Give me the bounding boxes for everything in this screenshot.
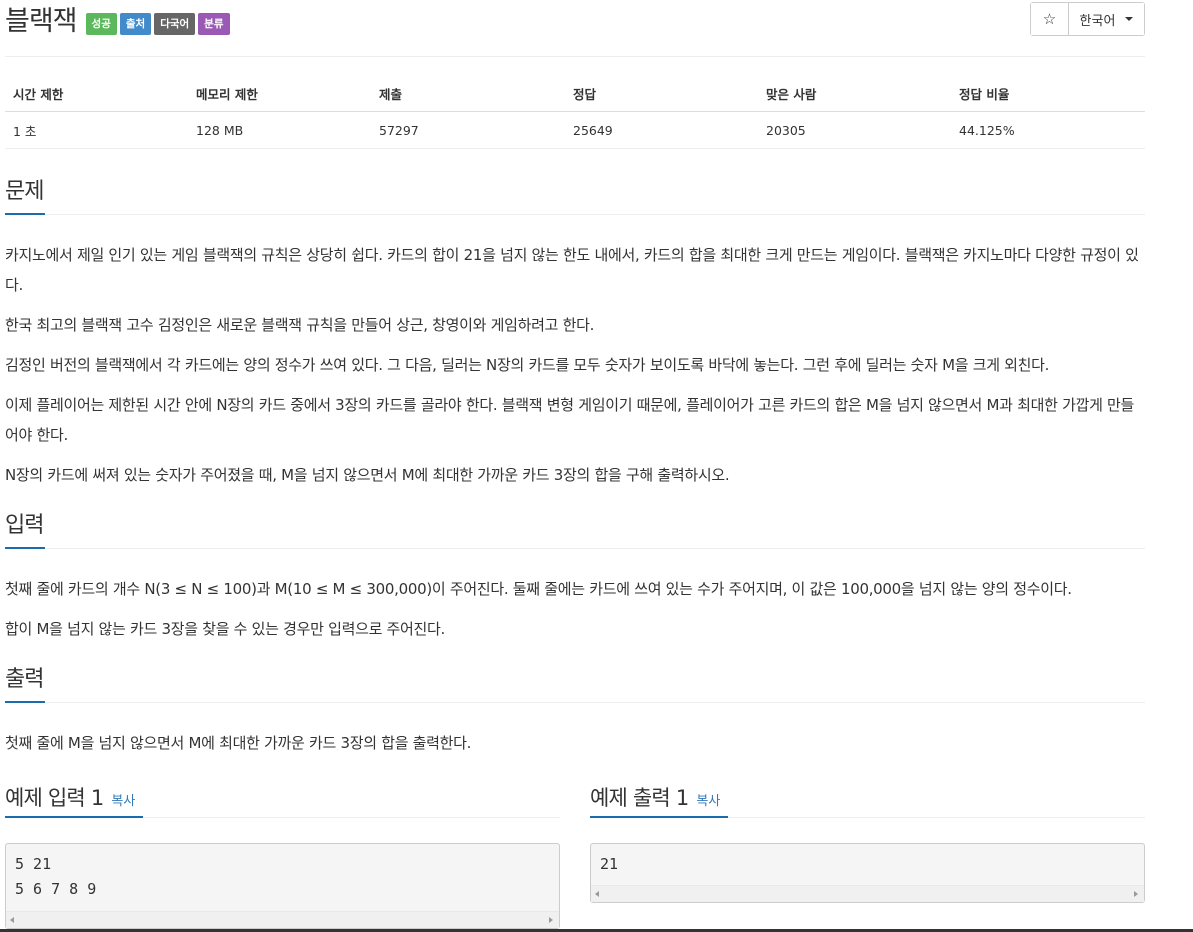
sample-input-line-1: 5 21 xyxy=(15,855,52,873)
sample-output-box[interactable]: 21 xyxy=(590,843,1145,903)
header-submissions: 제출 xyxy=(371,76,565,112)
info-table-header-row: 시간 제한 메모리 제한 제출 정답 맞은 사람 정답 비율 xyxy=(5,76,1145,112)
problem-info-table: 시간 제한 메모리 제한 제출 정답 맞은 사람 정답 비율 1 초 128 M… xyxy=(5,76,1145,149)
problem-section-header: 문제 xyxy=(5,177,1145,207)
value-accept-ratio: 44.125% xyxy=(951,111,1145,149)
sample-output-line-1: 21 xyxy=(600,855,619,873)
sample-output-underline xyxy=(590,816,728,818)
chevron-down-icon xyxy=(1125,17,1134,21)
sample-output-scrollbar[interactable] xyxy=(591,885,1144,902)
copy-output-link[interactable]: 복사 xyxy=(696,794,720,809)
value-memory-limit: 128 MB xyxy=(188,111,371,149)
input-paragraph-1: 첫째 줄에 카드의 개수 N(3 ≤ N ≤ 100)과 M(10 ≤ M ≤ … xyxy=(5,580,1072,598)
problem-paragraph-5: N장의 카드에 써져 있는 숫자가 주어졌을 때, M을 넘지 않으면서 M에 … xyxy=(5,466,730,484)
sample-input-header: 예제 입력 1 복사 xyxy=(5,782,560,812)
scroll-left-icon[interactable] xyxy=(10,917,14,923)
problem-paragraph-1: 카지노에서 제일 인기 있는 게임 블랙잭의 규칙은 상당히 쉽다. 카드의 합… xyxy=(5,246,1139,294)
input-section-header: 입력 xyxy=(5,511,1145,541)
star-button[interactable]: ☆ xyxy=(1031,3,1069,35)
title-row: 블랙잭 성공 출처 다국어 분류 xyxy=(5,4,230,40)
header-time-limit: 시간 제한 xyxy=(5,76,188,112)
header-solved-users: 맞은 사람 xyxy=(758,76,951,112)
input-section-underline xyxy=(5,547,45,549)
sample-input-title: 예제 입력 1 xyxy=(5,786,104,810)
label-source[interactable]: 출처 xyxy=(119,13,152,35)
input-paragraph-2: 합이 M을 넘지 않는 카드 3장을 찾을 수 있는 경우만 입력으로 주어진다… xyxy=(5,620,446,638)
sample-input-line-2: 5 6 7 8 9 xyxy=(15,880,97,898)
output-heading: 출력 xyxy=(5,667,44,692)
value-time-limit: 1 초 xyxy=(5,111,188,149)
scroll-right-icon[interactable] xyxy=(1134,891,1138,897)
input-heading: 입력 xyxy=(5,513,44,538)
value-solved-users[interactable]: 20305 xyxy=(758,111,951,149)
header-memory-limit: 메모리 제한 xyxy=(188,76,371,112)
scroll-right-icon[interactable] xyxy=(549,917,553,923)
copy-input-link[interactable]: 복사 xyxy=(111,794,135,809)
header-accepted: 정답 xyxy=(565,76,758,112)
output-paragraph-1: 첫째 줄에 M을 넘지 않으면서 M에 최대한 가까운 카드 3장의 합을 출력… xyxy=(5,734,472,752)
sample-output-title: 예제 출력 1 xyxy=(590,786,689,810)
info-table-row: 1 초 128 MB 57297 25649 20305 44.125% xyxy=(5,111,1145,149)
problem-heading: 문제 xyxy=(5,179,44,204)
problem-paragraph-4: 이제 플레이어는 제한된 시간 안에 N장의 카드 중에서 3장의 카드를 골라… xyxy=(5,396,1135,444)
problem-section-underline xyxy=(5,213,45,215)
sample-input-scrollbar[interactable] xyxy=(6,911,559,928)
label-success[interactable]: 성공 xyxy=(85,13,117,35)
problem-labels: 성공 출처 다국어 분류 xyxy=(85,13,230,35)
title-divider xyxy=(5,56,1145,57)
input-section-divider xyxy=(5,548,1145,549)
output-section-header: 출력 xyxy=(5,665,1145,695)
language-label: 한국어 xyxy=(1079,13,1116,29)
header-accept-ratio: 정답 비율 xyxy=(951,76,1145,112)
value-accepted[interactable]: 25649 xyxy=(565,111,758,149)
label-multilingual[interactable]: 다국어 xyxy=(154,13,196,35)
scroll-left-icon[interactable] xyxy=(595,891,599,897)
label-category[interactable]: 분류 xyxy=(198,13,230,35)
value-submissions[interactable]: 57297 xyxy=(371,111,565,149)
problem-paragraph-2: 한국 최고의 블랙잭 고수 김정인은 새로운 블랙잭 규칙을 만들어 상근, 창… xyxy=(5,316,595,334)
output-section-divider xyxy=(5,702,1145,703)
sample-input-box[interactable]: 5 21 5 6 7 8 9 xyxy=(5,843,560,929)
title-button-group: ☆ 한국어 xyxy=(1030,2,1145,36)
sample-input-underline xyxy=(5,816,143,818)
problem-section-divider xyxy=(5,214,1145,215)
page-title: 블랙잭 xyxy=(5,6,78,37)
problem-paragraph-3: 김정인 버전의 블랙잭에서 각 카드에는 양의 정수가 쓰여 있다. 그 다음,… xyxy=(5,356,1050,374)
sample-output-header: 예제 출력 1 복사 xyxy=(590,782,1145,812)
language-dropdown[interactable]: 한국어 xyxy=(1069,3,1144,35)
star-icon: ☆ xyxy=(1042,10,1057,28)
output-section-underline xyxy=(5,701,45,703)
